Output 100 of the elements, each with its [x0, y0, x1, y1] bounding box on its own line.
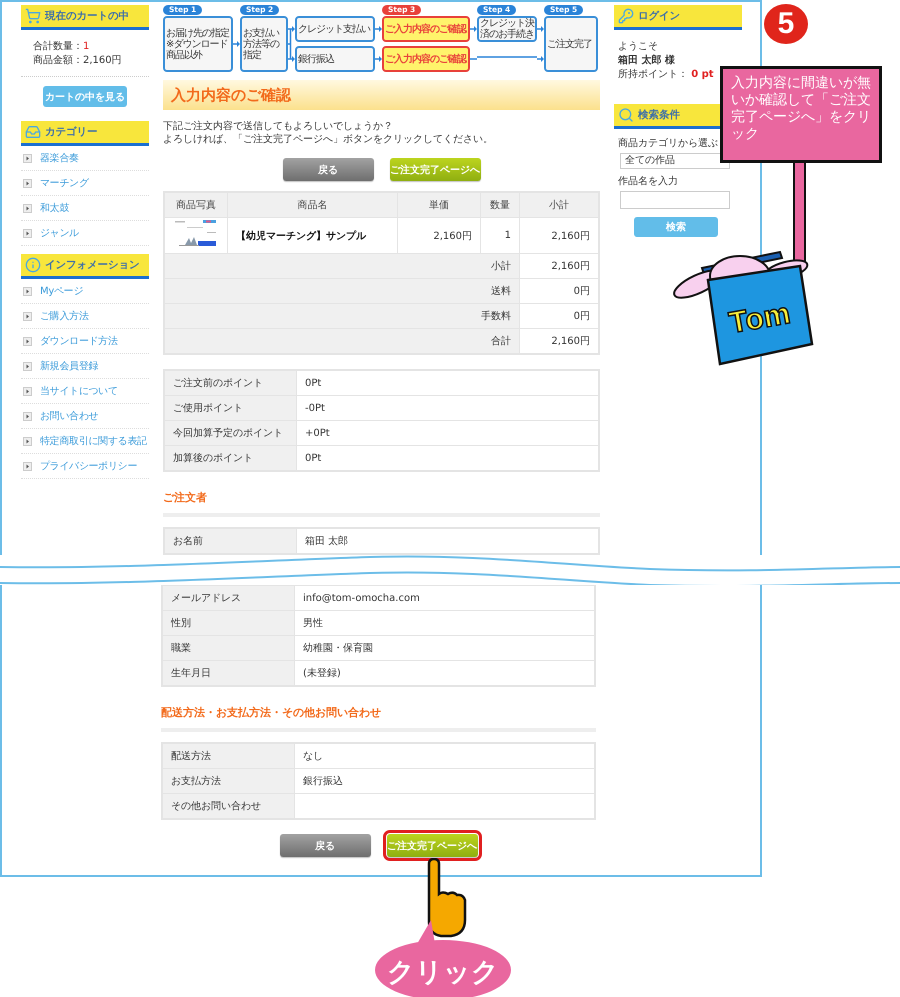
step-text: ご入力内容のご確認	[385, 24, 467, 34]
key-icon	[618, 8, 634, 24]
sidebar-link[interactable]: 和太鼓	[40, 201, 70, 215]
search-button[interactable]: 検索	[634, 217, 718, 237]
summary-value: 2,160円	[520, 328, 599, 354]
tray-icon	[25, 124, 41, 140]
connector-arrow	[537, 26, 544, 62]
row-value: (未登録)	[294, 660, 595, 686]
intro-text: よろしければ、「ご注文完了ページへ」ボタンをクリックしてください。	[163, 133, 494, 146]
back-button[interactable]: 戻る	[280, 834, 370, 857]
column-header: 商品名	[228, 192, 398, 218]
step-text: 銀行振込	[298, 54, 336, 64]
sidebar-link[interactable]: プライバシーポリシー	[40, 459, 138, 473]
sidebar-link[interactable]: 特定商取引に関する表記	[40, 434, 147, 448]
sidebar-link[interactable]: ご購入方法	[40, 309, 89, 323]
column-header: 商品写真	[164, 192, 228, 218]
column-header: 単価	[398, 192, 480, 218]
mascot-label: Tom	[726, 296, 793, 340]
summary-label: 合計	[164, 328, 520, 354]
back-button[interactable]: 戻る	[282, 158, 374, 181]
cart-label: 商品金額：	[33, 55, 83, 66]
column-header: 数量	[480, 192, 520, 218]
field-label: 商品カテゴリから選ぶ	[617, 137, 719, 151]
row-label: 職業	[162, 636, 294, 660]
search-icon	[618, 107, 634, 123]
step-text: お届け先の指定	[166, 28, 230, 38]
header-title: カテゴリー	[45, 125, 98, 139]
user-name: 箱田 太郎 様	[617, 54, 676, 68]
product-name: 【幼児マーチング】サンプル	[228, 218, 398, 254]
summary-label: 手数料	[164, 304, 520, 328]
complete-order-button[interactable]: ご注文完了ページへ	[390, 158, 480, 181]
summary-label: 送料	[164, 278, 520, 304]
cart-icon	[25, 8, 41, 24]
row-value: 幼稚園・保育園	[294, 636, 595, 660]
row-label: 加算後のポイント	[164, 446, 296, 471]
row-value: 銀行振込	[294, 768, 595, 794]
callout-box: 入力内容に間違いが無いか確認して「ご注文完了ページへ」をクリック	[720, 66, 882, 163]
row-value: 男性	[294, 610, 595, 636]
complete-order-button[interactable]: ご注文完了ページへ	[386, 834, 478, 857]
row-label: 今回加算予定のポイント	[164, 420, 296, 446]
page-title: 入力内容のご確認	[163, 80, 600, 110]
step-note: ※ダウンロード商品以外	[166, 38, 228, 60]
header-title: 現在のカートの中	[45, 9, 129, 23]
points-label: 所持ポイント：	[618, 69, 688, 80]
row-label: 性別	[162, 610, 294, 636]
row-label: 生年月日	[162, 660, 294, 686]
info-icon	[25, 257, 41, 273]
section-heading: 配送方法・お支払方法・その他お問い合わせ	[161, 705, 382, 720]
cart-label: 合計数量：	[33, 41, 83, 52]
connector-arrow	[375, 26, 382, 62]
sidebar-link[interactable]: 器楽合奏	[40, 151, 79, 165]
row-label: ご注文前のポイント	[164, 370, 296, 396]
row-value: -0Pt	[296, 396, 599, 420]
sidebar-link[interactable]: ダウンロード方法	[40, 334, 118, 348]
row-value: なし	[294, 743, 595, 768]
row-label: 配送方法	[162, 743, 294, 768]
cart-value: 2,160円	[83, 55, 122, 66]
step-text: ご入力内容のご確認	[385, 54, 467, 64]
name-input[interactable]	[620, 191, 730, 209]
row-label: その他お問い合わせ	[162, 794, 294, 819]
connector-line	[477, 55, 537, 59]
section-heading: ご注文者	[163, 490, 208, 505]
view-cart-button[interactable]: カートの中を見る	[43, 86, 127, 107]
subtotal: 2,160円	[520, 218, 599, 254]
row-value: 箱田 太郎	[296, 528, 599, 554]
step-text: ご注文完了	[547, 38, 593, 50]
row-value: +0Pt	[296, 420, 599, 446]
greeting-text: ようこそ	[617, 40, 659, 54]
sidebar-link[interactable]: 新規会員登録	[40, 359, 98, 373]
summary-value: 0円	[520, 304, 599, 328]
row-value: 0Pt	[296, 370, 599, 396]
sidebar-link[interactable]: ジャンル	[40, 226, 79, 240]
cart-value: 1	[83, 41, 90, 52]
unit-price: 2,160円	[398, 218, 480, 254]
column-header: 小計	[520, 192, 599, 218]
connector-arrow	[470, 26, 477, 62]
quantity: 1	[480, 218, 520, 254]
header-title: 検索条件	[638, 108, 680, 122]
row-label: ご使用ポイント	[164, 396, 296, 420]
sidebar-link[interactable]: Myページ	[40, 284, 84, 298]
header-title: ログイン	[638, 9, 680, 23]
sidebar-link[interactable]: マーチング	[40, 176, 89, 190]
connector-arrow	[288, 26, 295, 62]
connector-arrow	[233, 41, 240, 47]
category-select[interactable]: 全ての作品	[620, 153, 730, 169]
field-label: 作品名を入力	[617, 175, 679, 189]
summary-label: 小計	[164, 254, 520, 278]
sidebar-link[interactable]: 当サイトについて	[40, 384, 118, 398]
row-label: メールアドレス	[162, 586, 294, 610]
sidebar-link[interactable]: お問い合わせ	[40, 409, 98, 423]
step-text: クレジット決済のお手続き	[480, 18, 534, 40]
row-value: 0Pt	[296, 446, 599, 471]
intro-text: 下記ご注文内容で送信してもよろしいでしょうか？	[163, 120, 394, 133]
row-value: info@tom-omocha.com	[294, 586, 595, 610]
step-number-badge: 5	[764, 4, 808, 44]
step-text: クレジット支払い	[298, 24, 372, 34]
step-text: お支払い方法等の指定	[243, 28, 280, 60]
summary-value: 0円	[520, 278, 599, 304]
header-title: インフォメーション	[45, 258, 140, 272]
summary-value: 2,160円	[520, 254, 599, 278]
